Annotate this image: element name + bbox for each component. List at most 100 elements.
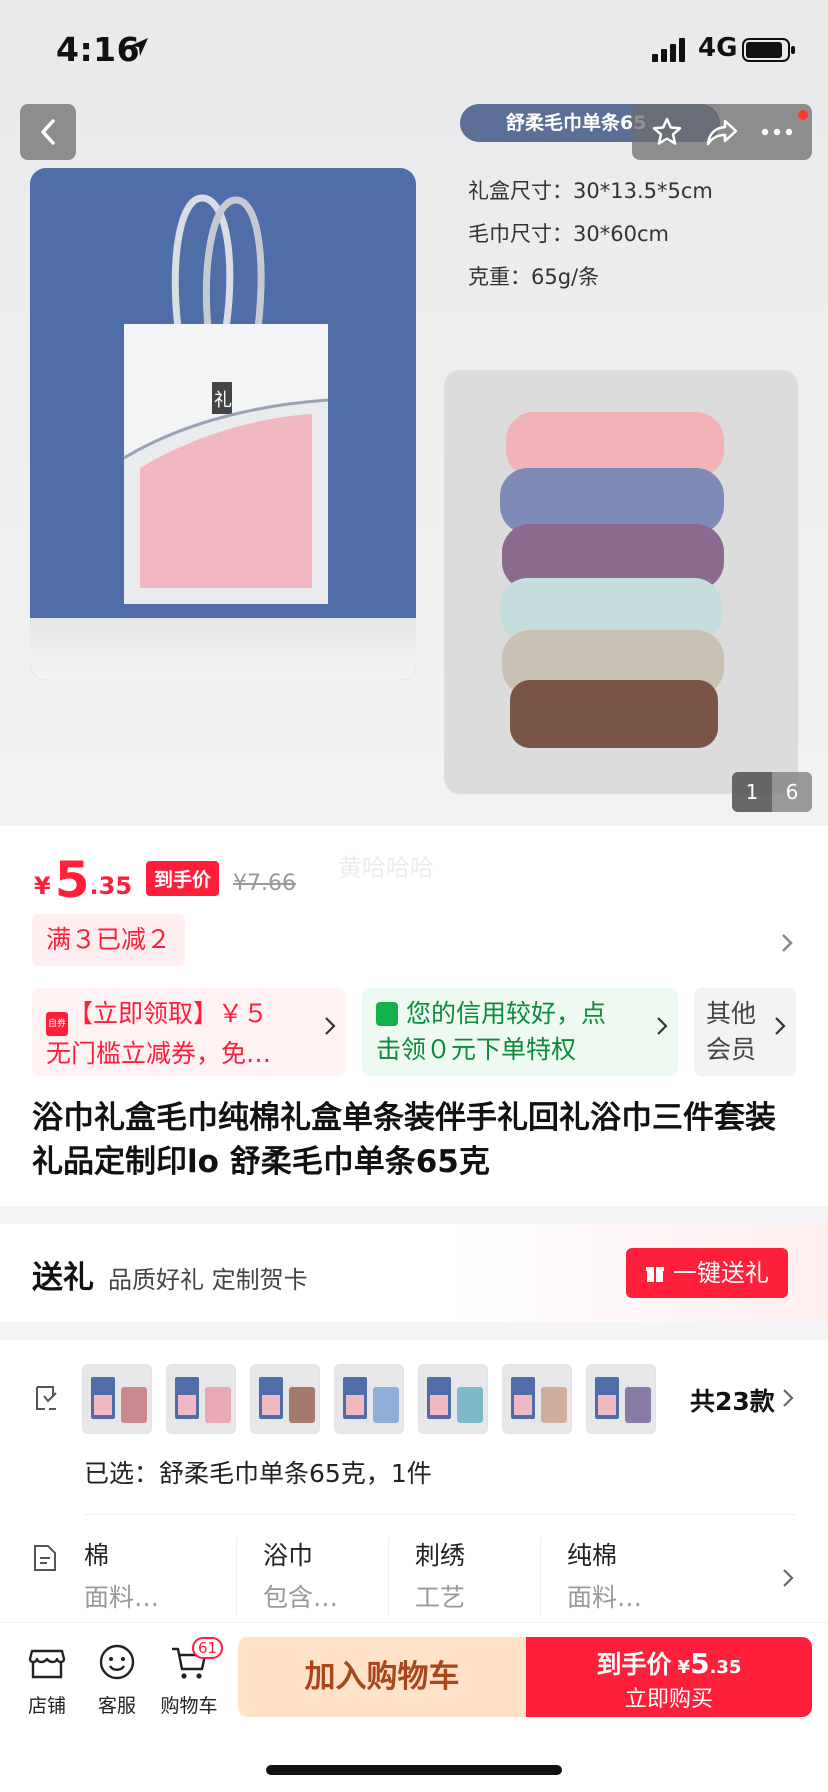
attribute-key: 棉 — [84, 1541, 110, 1570]
cart-button[interactable]: 61 购物车 — [154, 1637, 224, 1718]
price-integer: 5 — [54, 851, 90, 909]
towel-stack-image — [444, 370, 798, 794]
bottom-action-bar: 店铺 客服 61 购物车 加入购物车 到手价 ¥5.35 立即购买 — [0, 1622, 828, 1792]
product-attributes[interactable]: 棉 面料… 浴巾 包含… 刺绣 工艺 纯棉 面料… — [84, 1538, 692, 1616]
box-logo: 礼 — [214, 390, 232, 411]
chevron-right-icon[interactable] — [782, 1388, 794, 1408]
coupon-badge: 自券 — [46, 1012, 68, 1036]
sku-thumb[interactable] — [250, 1364, 320, 1434]
sku-thumb[interactable] — [334, 1364, 404, 1434]
shopping-bag-icon — [376, 1002, 398, 1026]
attribute-key: 刺绣 — [415, 1541, 466, 1570]
customer-service-button[interactable]: 客服 — [82, 1641, 152, 1718]
sku-select-icon — [36, 1386, 57, 1410]
buy-price-label: 到手价 — [596, 1650, 672, 1679]
gift-bag-illustration: 礼 — [123, 194, 329, 604]
chevron-right-icon — [775, 1017, 786, 1035]
attribute-value: 工艺 — [415, 1583, 466, 1612]
price-currency: ¥ — [34, 872, 51, 900]
selected-sku[interactable]: 已选：舒柔毛巾单条65克，1件 — [84, 1454, 432, 1490]
final-price-tag: 到手价 — [146, 861, 220, 896]
sku-thumb[interactable] — [418, 1364, 488, 1434]
attribute-item: 浴巾 包含… — [236, 1538, 388, 1616]
star-icon — [652, 117, 682, 145]
chevron-right-icon[interactable] — [780, 932, 794, 954]
attribute-item: 棉 面料… — [84, 1538, 236, 1616]
document-icon — [34, 1545, 56, 1571]
cart-label: 购物车 — [160, 1695, 218, 1717]
gift-icon — [646, 1267, 664, 1282]
price-row: ¥ 5 .35 到手价 ¥7.66 — [34, 846, 296, 906]
gift-box-image: 礼 — [30, 168, 416, 680]
image-total: 6 — [772, 772, 812, 812]
network-type: 4G — [698, 33, 738, 63]
home-indicator — [266, 1765, 562, 1775]
add-to-cart-button[interactable]: 加入购物车 — [238, 1637, 526, 1717]
chevron-right-icon — [657, 1017, 668, 1035]
spec-weight: 克重：65g/条 — [468, 265, 600, 289]
spec-towel-size: 毛巾尺寸：30*60cm — [468, 222, 669, 246]
chat-smile-icon — [99, 1644, 135, 1680]
attribute-item: 纯棉 面料… — [540, 1538, 692, 1616]
credit-line-2: 击领０元下单特权 — [376, 1035, 577, 1064]
sku-count[interactable]: 共23款 — [690, 1382, 775, 1418]
more-dots-icon — [761, 128, 793, 136]
favorite-button[interactable] — [651, 116, 683, 148]
sku-thumbnails — [82, 1364, 656, 1434]
location-arrow-icon — [130, 38, 148, 56]
sku-thumb[interactable] — [82, 1364, 152, 1434]
gift-subtitle: 品质好礼 定制贺卡 — [108, 1266, 308, 1294]
signal-icon — [652, 38, 685, 62]
coupon-card[interactable]: 自券【立即领取】￥５ 无门槛立减券，免… — [32, 988, 346, 1076]
buy-price-integer: 5 — [690, 1647, 710, 1680]
more-button[interactable] — [761, 127, 793, 137]
share-icon — [706, 119, 738, 146]
service-label: 客服 — [97, 1695, 136, 1717]
back-button[interactable] — [20, 104, 76, 160]
divider — [84, 1514, 796, 1515]
send-gift-label: 一键送礼 — [673, 1259, 769, 1287]
buy-price-decimal: .35 — [709, 1657, 742, 1678]
battery-icon — [742, 38, 795, 62]
notification-dot — [798, 110, 808, 120]
section-divider — [0, 1322, 828, 1340]
shop-label: 店铺 — [27, 1695, 66, 1717]
buy-currency: ¥ — [677, 1657, 691, 1678]
chevron-right-icon — [325, 1017, 336, 1035]
sku-thumb[interactable] — [586, 1364, 656, 1434]
attribute-value: 面料… — [567, 1583, 643, 1612]
attribute-value: 面料… — [84, 1583, 160, 1612]
image-counter: 1 6 — [732, 772, 812, 812]
spec-box-size: 礼盒尺寸：30*13.5*5cm — [468, 179, 713, 203]
share-button[interactable] — [705, 117, 739, 147]
attribute-item: 刺绣 工艺 — [388, 1538, 540, 1616]
product-image-carousel[interactable]: 4:16 4G 礼 舒柔毛巾单条65 礼盒尺寸：30*13.5*5cm 毛巾尺寸… — [0, 0, 828, 826]
price-decimal: .35 — [89, 872, 133, 900]
image-index: 1 — [732, 772, 772, 812]
product-title: 浴巾礼盒毛巾纯棉礼盒单条装伴手礼回礼浴巾三件套装礼品定制印lo 舒柔毛巾单条65… — [32, 1100, 776, 1180]
benefit-cards: 自券【立即领取】￥５ 无门槛立减券，免… 您的信用较好，点 击领０元下单特权 其… — [32, 988, 796, 1076]
credit-line-1: 您的信用较好，点 — [405, 999, 606, 1028]
sku-thumb[interactable] — [502, 1364, 572, 1434]
other-member-card[interactable]: 其他 会员 — [694, 988, 796, 1076]
section-divider — [0, 1206, 828, 1224]
buy-now-label: 立即购买 — [624, 1687, 713, 1712]
credit-card[interactable]: 您的信用较好，点 击领０元下单特权 — [362, 988, 678, 1076]
top-action-group — [632, 104, 812, 160]
coupon-line-1: 【立即领取】￥５ — [68, 999, 269, 1028]
buy-price-line: 到手价 ¥5.35 — [526, 1645, 812, 1681]
attribute-key: 纯棉 — [567, 1541, 618, 1570]
other-line-2: 会员 — [706, 1035, 757, 1064]
chevron-right-icon[interactable] — [782, 1568, 794, 1588]
attribute-value: 包含… — [263, 1583, 339, 1612]
buy-now-button[interactable]: 到手价 ¥5.35 立即购买 — [526, 1637, 812, 1717]
towel-stack-illustration — [500, 412, 724, 748]
other-line-1: 其他 — [706, 999, 757, 1028]
sku-thumb[interactable] — [166, 1364, 236, 1434]
original-price: ¥7.66 — [233, 871, 297, 896]
send-gift-button[interactable]: 一键送礼 — [626, 1248, 788, 1298]
cart-count-badge: 61 — [192, 1637, 224, 1659]
shop-icon — [28, 1649, 66, 1679]
promo-badge[interactable]: 满３已减２ — [32, 914, 186, 966]
shop-button[interactable]: 店铺 — [12, 1641, 82, 1718]
